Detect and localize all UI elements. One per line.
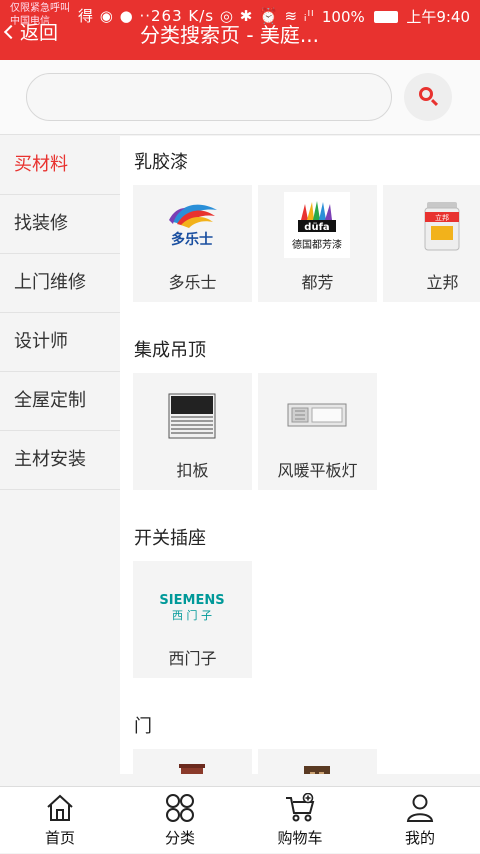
status-emergency-text: 仅限紧急呼叫 [10, 3, 70, 14]
tab-label: 我的 [404, 829, 435, 847]
svg-text:SIEMENS: SIEMENS [159, 593, 224, 608]
chevron-left-icon [3, 24, 19, 40]
brand-label: 多乐士 [168, 273, 217, 292]
search-input[interactable] [26, 73, 392, 121]
search-button[interactable] [404, 73, 452, 121]
sidebar-item-buy-materials[interactable]: 买材料 [0, 136, 120, 195]
product-label: 扣板 [176, 461, 209, 480]
tab-home[interactable]: 首页 [0, 787, 120, 854]
product-label: 风暖平板灯 [277, 461, 358, 480]
product-tile-panel[interactable]: 扣板 [133, 373, 252, 490]
category-sidebar: 买材料 找装修 上门维修 设计师 全屋定制 主材安装 [0, 136, 120, 786]
dufa-logo: düfa 德国都芳漆 [284, 192, 350, 258]
svg-text:西 门 子: 西 门 子 [172, 608, 212, 622]
tab-mine[interactable]: 我的 [360, 787, 480, 854]
status-right: 100% 上午9:40 [322, 6, 470, 27]
svg-text:立邦: 立邦 [435, 213, 449, 222]
sidebar-item-material-install[interactable]: 主材安装 [0, 431, 120, 490]
sidebar-item-find-renovation[interactable]: 找装修 [0, 195, 120, 254]
search-bar [0, 60, 480, 135]
section-title-latex-paint: 乳胶漆 [134, 152, 188, 173]
brand-label: 立邦 [426, 273, 459, 292]
clock: 上午9:40 [406, 8, 470, 26]
sidebar-item-custom-furniture[interactable]: 全屋定制 [0, 372, 120, 431]
nippon-paint-can-icon: 立邦 [424, 202, 460, 251]
brand-tile-nippon[interactable]: 立邦 立邦 [383, 185, 480, 302]
tab-label: 购物车 [277, 829, 323, 847]
product-tile-door-2[interactable] [258, 749, 377, 774]
brand-label: 都芳 [301, 273, 334, 292]
svg-text:德国都芳漆: 德国都芳漆 [292, 238, 342, 251]
top-bar: 仅限紧急呼叫 中国电信 得 ◉ ● ··263 K/s ◎ ✱ ⏰ ≋ ᵢˡˡ … [0, 0, 480, 60]
tab-cart[interactable]: 购物车 [240, 787, 360, 854]
ceiling-panel-icon [168, 393, 216, 439]
battery-percent: 100% [321, 8, 365, 26]
section-title-integrated-ceiling: 集成吊顶 [134, 340, 206, 361]
section-title-doors: 门 [134, 716, 152, 737]
svg-text:düfa: düfa [304, 222, 329, 233]
brand-label: 西门子 [168, 649, 217, 668]
cart-icon [286, 793, 315, 822]
dulux-logo: 多乐士 [169, 204, 217, 248]
brand-tile-dufa[interactable]: düfa 德国都芳漆 都芳 [258, 185, 377, 302]
sidebar-item-home-repair[interactable]: 上门维修 [0, 254, 120, 313]
section-title-switch-socket: 开关插座 [134, 528, 206, 549]
tab-label: 分类 [164, 829, 195, 847]
category-content: 乳胶漆 多乐士 多乐士 düfa 德国都芳漆 都芳 立邦 立邦 集成吊顶 扣板 … [120, 136, 480, 774]
heater-lamp-icon [287, 403, 347, 427]
door-icon [179, 764, 205, 774]
product-tile-heater-lamp[interactable]: 风暖平板灯 [258, 373, 377, 490]
svg-text:多乐士: 多乐士 [171, 231, 213, 248]
search-icon-handle [430, 98, 439, 107]
sidebar-item-designer[interactable]: 设计师 [0, 313, 120, 372]
product-tile-door-1[interactable] [133, 749, 252, 774]
home-icon [47, 794, 73, 821]
page-title: 分类搜索页 - 美庭... [140, 23, 320, 47]
back-button[interactable]: 返回 [3, 18, 59, 45]
battery-icon [373, 11, 398, 23]
category-icon [166, 794, 194, 822]
user-icon [406, 794, 434, 822]
back-label: 返回 [20, 22, 59, 44]
bottom-tab-bar: 首页 分类 购物车 我的 [0, 786, 480, 853]
tab-label: 首页 [44, 829, 75, 847]
search-icon [419, 87, 433, 101]
door-icon [304, 766, 330, 774]
siemens-logo: SIEMENS 西 门 子 [159, 593, 224, 622]
tab-category[interactable]: 分类 [120, 787, 240, 854]
brand-tile-siemens[interactable]: SIEMENS 西 门 子 西门子 [133, 561, 252, 678]
brand-tile-dulux[interactable]: 多乐士 多乐士 [133, 185, 252, 302]
